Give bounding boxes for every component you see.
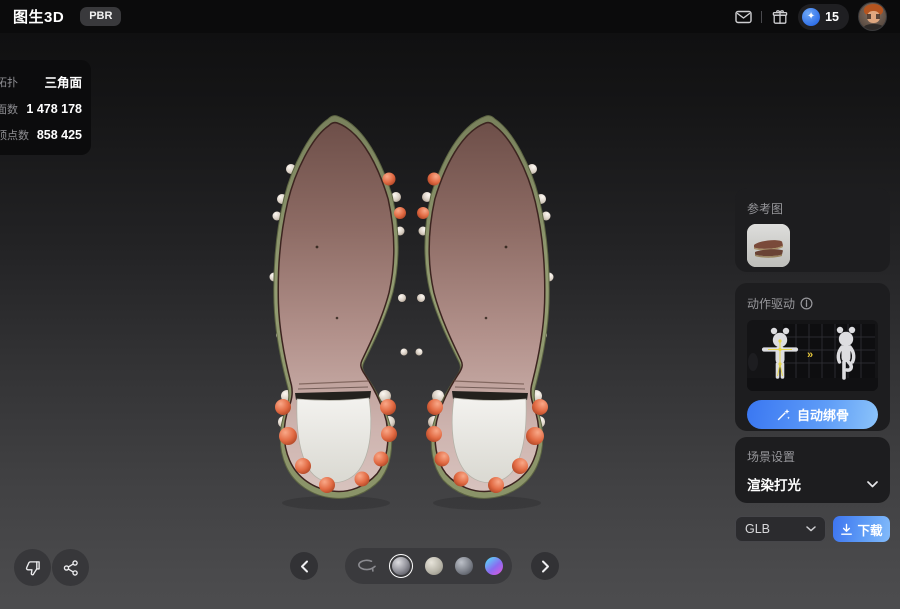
stat-vertices: 顶点数 858 425 xyxy=(0,122,82,148)
chevron-left-icon xyxy=(300,560,309,573)
mesh-stats-card: 拓扑 三角面 面数 1 478 178 顶点数 858 425 xyxy=(0,60,91,155)
magic-wand-icon xyxy=(776,407,791,422)
app-title: 图生3D xyxy=(13,6,64,27)
clay-mode-sphere-icon[interactable] xyxy=(425,557,443,575)
textured-mode-selected[interactable] xyxy=(389,554,413,578)
credits-pill[interactable]: ✦ 15 xyxy=(798,4,849,30)
auto-rig-label: 自动绑骨 xyxy=(797,405,849,424)
textured-sphere-icon xyxy=(392,557,410,575)
stat-value: 858 425 xyxy=(37,128,82,142)
reference-title: 参考图 xyxy=(747,200,878,217)
mail-icon[interactable] xyxy=(734,8,752,26)
normal-mode-sphere-icon[interactable] xyxy=(485,557,503,575)
motion-drive-title: 动作驱动 xyxy=(747,295,795,312)
lighting-value: 渲染打光 xyxy=(747,474,801,494)
coin-icon: ✦ xyxy=(802,8,820,26)
chevron-down-icon xyxy=(806,526,816,532)
top-bar: 图生3D PBR ✦ 15 xyxy=(0,0,900,33)
motion-drive-panel: 动作驱动 xyxy=(735,283,890,431)
avatar-shirt xyxy=(864,24,883,31)
reference-thumbnail[interactable] xyxy=(747,224,790,267)
next-view-button[interactable] xyxy=(531,552,559,580)
stat-label: 顶点数 xyxy=(0,127,29,143)
scene-settings-title: 场景设置 xyxy=(747,448,878,465)
chevron-right-icon xyxy=(541,560,550,573)
stat-value: 1 478 178 xyxy=(26,102,82,116)
scene-settings-panel: 场景设置 渲染打光 xyxy=(735,437,890,503)
chevron-down-icon xyxy=(867,481,878,488)
motion-drive-header: 动作驱动 xyxy=(747,295,878,312)
dislike-button[interactable] xyxy=(14,549,51,586)
previous-view-button[interactable] xyxy=(290,552,318,580)
lighting-select[interactable]: 渲染打光 xyxy=(747,474,878,494)
stat-value: 三角面 xyxy=(44,72,82,91)
export-row: GLB 下载 xyxy=(735,516,890,542)
format-value: GLB xyxy=(745,522,770,536)
gift-icon[interactable] xyxy=(771,8,789,26)
stat-label: 面数 xyxy=(0,101,18,117)
format-select[interactable]: GLB xyxy=(735,516,826,542)
credits-count: 15 xyxy=(825,10,839,24)
motion-arrow: » xyxy=(807,349,813,361)
share-icon xyxy=(62,559,80,577)
stat-label: 拓扑 xyxy=(0,74,18,90)
stat-faces: 面数 1 478 178 xyxy=(0,96,82,122)
info-icon[interactable] xyxy=(800,297,813,310)
render-mode-toolbar xyxy=(345,548,512,584)
header-divider xyxy=(761,11,762,23)
thumbs-down-icon xyxy=(24,559,42,577)
rigging-preview-image[interactable]: » xyxy=(747,320,878,391)
pbr-badge: PBR xyxy=(80,7,121,26)
reference-image-panel: 参考图 xyxy=(735,188,890,272)
download-label: 下载 xyxy=(857,520,882,539)
reference-shoes-image xyxy=(747,224,790,267)
download-button[interactable]: 下载 xyxy=(833,516,890,542)
avatar[interactable] xyxy=(858,2,887,31)
share-button[interactable] xyxy=(52,549,89,586)
avatar-glasses xyxy=(867,14,880,19)
stat-topology: 拓扑 三角面 xyxy=(0,67,82,96)
matcap-mode-sphere-icon[interactable] xyxy=(455,557,473,575)
app-window: 图生3D PBR ✦ 15 xyxy=(0,0,900,609)
header-actions: ✦ 15 xyxy=(734,2,887,31)
download-icon xyxy=(840,523,853,536)
rotate-icon[interactable] xyxy=(355,559,377,573)
auto-rig-button[interactable]: 自动绑骨 xyxy=(747,400,878,429)
